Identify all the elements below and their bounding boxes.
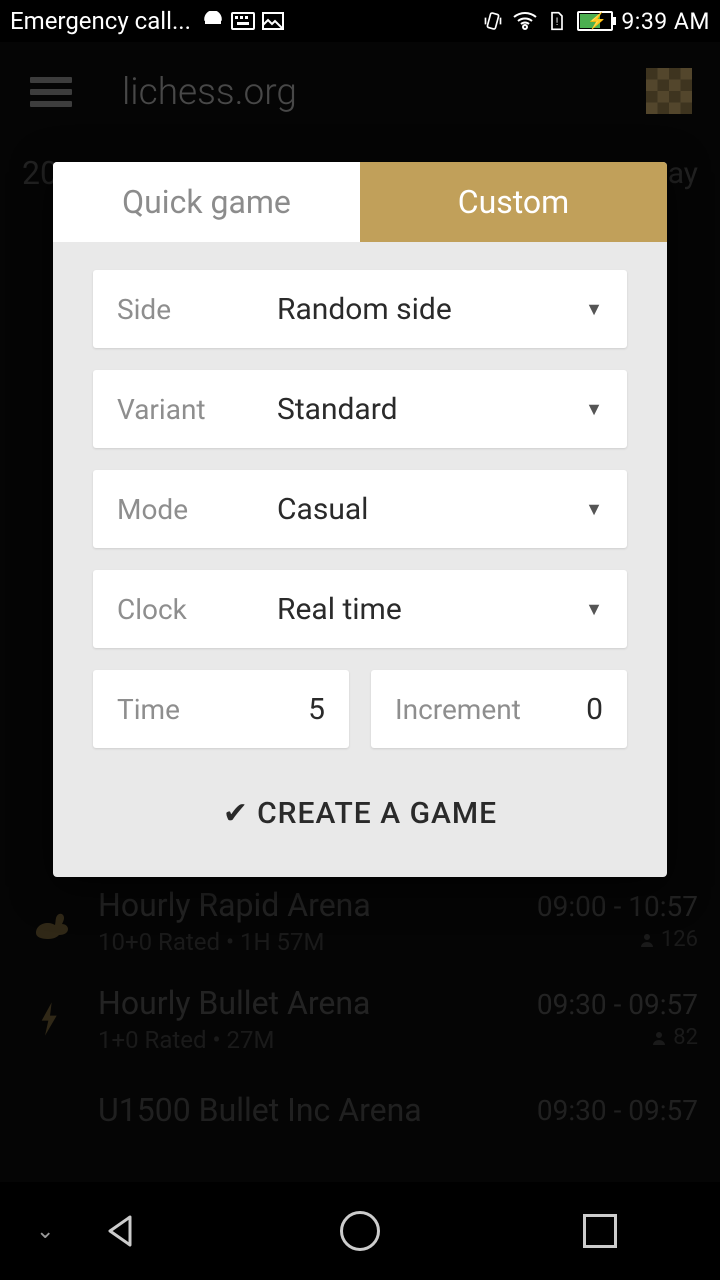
tournament-players: 126 [661, 927, 698, 952]
nav-collapse-icon[interactable]: ⌄ [36, 1219, 54, 1244]
tournament-time: 09:30 - 09:57 [537, 1094, 698, 1127]
create-game-button[interactable]: ✔ CREATE A GAME [93, 778, 627, 867]
app-header: lichess.org [0, 42, 720, 142]
sim-icon: ! [545, 11, 569, 31]
time-field[interactable]: Time 5 [93, 670, 349, 748]
mode-select[interactable]: Mode Casual ▼ [93, 470, 627, 548]
create-game-label: CREATE A GAME [257, 796, 497, 831]
android-icon [201, 11, 225, 31]
variant-select[interactable]: Variant Standard ▼ [93, 370, 627, 448]
side-label: Side [117, 293, 277, 326]
chevron-down-icon: ▼ [585, 599, 603, 620]
tournament-name: Hourly Rapid Arena [98, 886, 517, 924]
battery-icon: ⚡ [577, 11, 613, 31]
android-nav-bar: ⌄ [0, 1182, 720, 1280]
clock-label: Clock [117, 593, 277, 626]
tournament-meta: 10+0 Rated • 1H 57M [98, 928, 517, 956]
status-notification-text: Emergency call... [10, 7, 191, 35]
increment-label: Increment [395, 693, 521, 726]
chevron-down-icon: ▼ [585, 399, 603, 420]
modal-tabs: Quick game Custom [53, 162, 667, 242]
status-notification-icons [201, 11, 285, 31]
tournament-players: 82 [673, 1025, 698, 1050]
tournament-time: 09:30 - 09:57 [537, 988, 698, 1021]
tournament-list: Hourly Rapid Arena 10+0 Rated • 1H 57M 0… [0, 872, 720, 1152]
variant-label: Variant [117, 393, 277, 426]
bolt-icon [22, 991, 78, 1047]
variant-value: Standard [277, 392, 585, 427]
time-value: 5 [210, 692, 325, 727]
tournament-time: 09:00 - 10:57 [537, 890, 698, 923]
rabbit-icon [22, 893, 78, 949]
app-title: lichess.org [122, 71, 297, 114]
check-icon: ✔ [223, 796, 249, 831]
tournament-row[interactable]: U1500 Bullet Inc Arena 09:30 - 09:57 [0, 1068, 720, 1152]
side-value: Random side [277, 292, 585, 327]
tournament-name: Hourly Bullet Arena [98, 984, 517, 1022]
person-icon [651, 1030, 667, 1046]
status-time: 9:39 AM [621, 8, 710, 35]
increment-value: 0 [551, 692, 603, 727]
tournament-row[interactable]: Hourly Bullet Arena 1+0 Rated • 27M 09:3… [0, 970, 720, 1068]
tournament-name: U1500 Bullet Inc Arena [98, 1091, 517, 1129]
tab-quick-game[interactable]: Quick game [53, 162, 360, 242]
tournament-row[interactable]: Hourly Rapid Arena 10+0 Rated • 1H 57M 0… [0, 872, 720, 970]
vibrate-icon [481, 11, 505, 31]
tab-custom[interactable]: Custom [360, 162, 667, 242]
person-icon [639, 932, 655, 948]
android-status-bar: Emergency call... ! ⚡ 9:39 AM [0, 0, 720, 42]
svg-text:!: ! [556, 17, 559, 28]
profile-avatar[interactable] [646, 68, 692, 114]
image-icon [261, 11, 285, 31]
nav-home-button[interactable] [336, 1207, 384, 1255]
nav-recent-button[interactable] [576, 1207, 624, 1255]
chevron-down-icon: ▼ [585, 499, 603, 520]
create-game-modal: Quick game Custom Side Random side ▼ Var… [53, 162, 667, 877]
mode-label: Mode [117, 493, 277, 526]
wifi-icon [513, 11, 537, 31]
chevron-down-icon: ▼ [585, 299, 603, 320]
clock-select[interactable]: Clock Real time ▼ [93, 570, 627, 648]
nav-back-button[interactable] [96, 1207, 144, 1255]
time-label: Time [117, 693, 180, 726]
keyboard-icon [231, 11, 255, 31]
side-select[interactable]: Side Random side ▼ [93, 270, 627, 348]
menu-icon[interactable] [30, 77, 72, 107]
clock-value: Real time [277, 592, 585, 627]
tournament-meta: 1+0 Rated • 27M [98, 1026, 517, 1054]
mode-value: Casual [277, 492, 585, 527]
increment-field[interactable]: Increment 0 [371, 670, 627, 748]
